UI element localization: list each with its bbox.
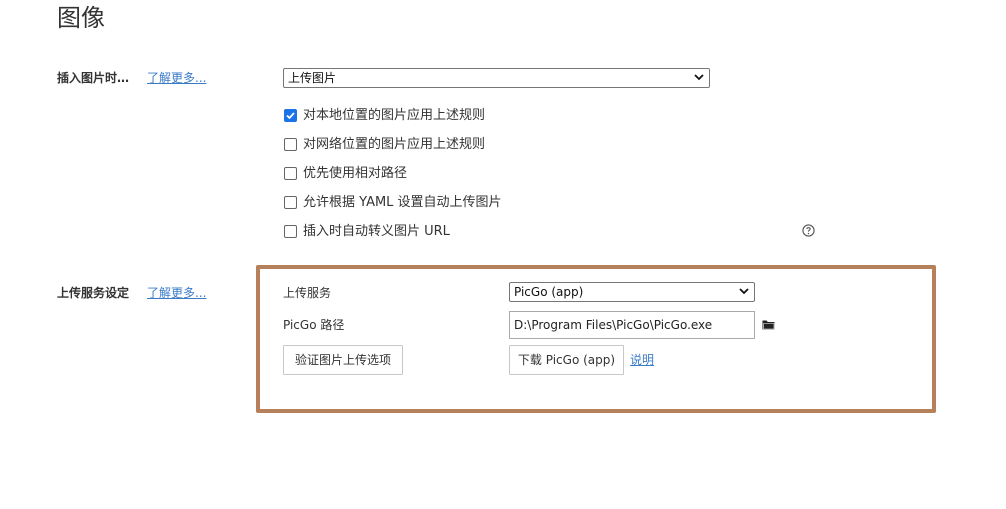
checkbox-checked[interactable]: [284, 109, 297, 122]
option-label: 对网络位置的图片应用上述规则: [303, 137, 486, 152]
picgo-path-input[interactable]: D:\Program Files\PicGo\PicGo.exe: [509, 311, 755, 339]
checkbox-unchecked[interactable]: [284, 167, 297, 180]
upload-service-value: PicGo (app): [514, 285, 584, 299]
upload-service-select[interactable]: PicGo (app): [509, 282, 755, 302]
chevron-down-icon: [694, 74, 704, 81]
picgo-path-label: PicGo 路径: [283, 318, 345, 332]
option-network-images[interactable]: 对网络位置的图片应用上述规则: [284, 136, 544, 154]
checkbox-unchecked[interactable]: [284, 138, 297, 151]
option-relative-path[interactable]: 优先使用相对路径: [284, 165, 544, 183]
chevron-down-icon: [739, 288, 749, 295]
option-label: 对本地位置的图片应用上述规则: [303, 108, 486, 123]
picgo-path-value: D:\Program Files\PicGo\PicGo.exe: [514, 318, 713, 332]
upload-service-field-label: 上传服务: [283, 286, 332, 300]
option-escape-url[interactable]: 插入时自动转义图片 URL: [284, 223, 544, 241]
folder-icon[interactable]: [762, 319, 775, 330]
option-label: 优先使用相对路径: [303, 166, 408, 181]
option-label: 插入时自动转义图片 URL: [303, 224, 450, 239]
question-circle-icon[interactable]: [802, 224, 815, 237]
checkbox-unchecked[interactable]: [284, 196, 297, 209]
option-local-images[interactable]: 对本地位置的图片应用上述规则: [284, 107, 544, 125]
upload-service-learn-more-link[interactable]: 了解更多...: [147, 285, 206, 301]
option-yaml-auto-upload[interactable]: 允许根据 YAML 设置自动上传图片: [284, 194, 544, 212]
insert-image-label: 插入图片时…: [57, 71, 130, 85]
verify-upload-button[interactable]: 验证图片上传选项: [283, 345, 403, 375]
checkbox-unchecked[interactable]: [284, 225, 297, 238]
insert-image-action-value: 上传图片: [288, 71, 337, 85]
option-label: 允许根据 YAML 设置自动上传图片: [303, 195, 502, 210]
download-picgo-button[interactable]: 下载 PicGo (app): [509, 345, 624, 375]
upload-service-label: 上传服务设定: [57, 286, 130, 300]
insert-image-learn-more-link[interactable]: 了解更多...: [147, 70, 206, 86]
page-title: 图像: [57, 4, 105, 32]
instructions-link[interactable]: 说明: [630, 352, 654, 368]
check-icon: [286, 112, 295, 120]
insert-image-action-select[interactable]: 上传图片: [283, 68, 710, 88]
